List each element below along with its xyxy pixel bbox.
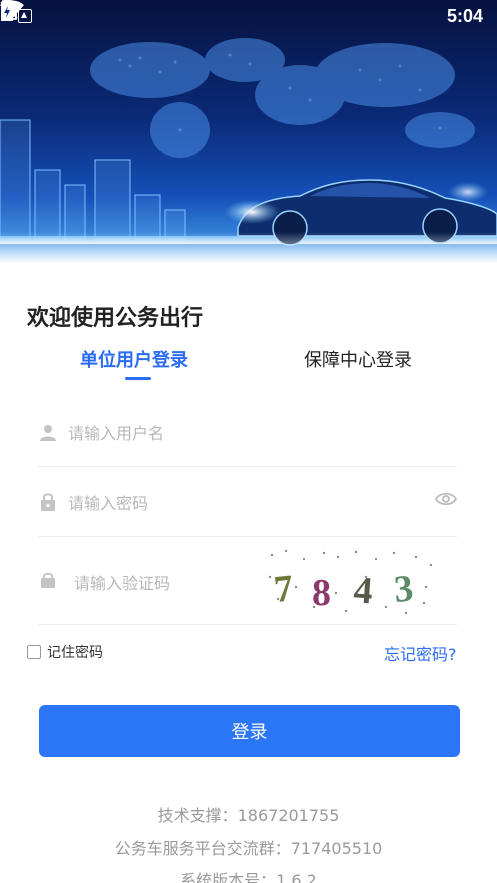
active-tab-indicator [125,377,151,380]
group-info: 公务车服务平台交流群：717405510 [114,839,383,858]
captcha-char-4: 3 [392,567,415,610]
car-world-map-banner [0,38,497,246]
user-icon [40,425,56,441]
captcha-image[interactable]: 7 8 4 3 [266,547,436,617]
version-info: 系统版本号：1.6.2 [180,871,317,883]
status-bar: 5:04 [0,0,497,34]
remember-checkbox[interactable] [27,645,41,659]
battery-icon [1,0,13,21]
captcha-char-3: 4 [352,569,374,612]
username-field [38,402,457,467]
eye-icon[interactable] [435,491,457,507]
captcha-char-2: 8 [312,572,331,614]
lock-icon [41,493,55,511]
username-input[interactable] [66,420,430,446]
page-title: 欢迎使用公务出行 [27,306,204,331]
password-field [38,470,457,537]
tab-guarantee-center-login[interactable]: 保障中心登录 [304,346,412,372]
banner-fade [0,232,497,262]
login-button[interactable]: 登录 [39,705,460,757]
login-page: 5:04 欢迎使用公务出行 单位用户登录 保障中心登录 请输入用户名 请输入验证… [0,0,497,883]
remember-label: 记住密码 [47,645,103,661]
header-banner: 5:04 [0,0,497,262]
forgot-password-link[interactable]: 忘记密码? [384,641,457,665]
tab-unit-user-login[interactable]: 单位用户登录 [80,346,188,372]
status-time: 5:04 [447,6,484,26]
captcha-input[interactable] [72,570,256,596]
captcha-field: 7 8 4 3 [38,540,457,625]
remember-password[interactable]: 记住密码 [27,642,103,662]
password-input[interactable] [66,490,410,516]
shield-lock-icon [41,572,55,588]
support-info: 技术支撑：1867201755 [157,806,340,825]
captcha-char-1: 7 [272,567,295,611]
